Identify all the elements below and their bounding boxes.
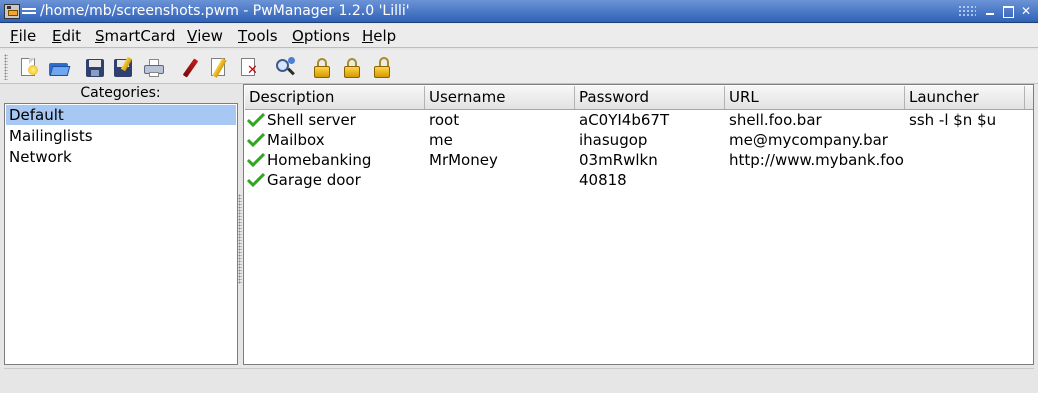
maximize-button[interactable] [1000,3,1016,19]
status-bar [4,368,1034,390]
new-star [28,65,38,75]
unlock-button[interactable] [371,57,393,79]
categories-label: Categories: [80,85,161,101]
table-row[interactable]: Shell server root aC0YI4b67T shell.foo.b… [245,110,1033,130]
cell-description: Homebanking [267,151,372,169]
menu-options[interactable]: Options [292,27,350,45]
doc-fold [29,58,35,64]
cell-launcher [905,130,1030,150]
cell-password: 03mRwlkn [579,151,658,169]
lock-icon [314,66,330,78]
table-header: Description Username Password URL Launch… [245,86,1033,110]
title-bar: /home/mb/screenshots.pwm - PwManager 1.2… [0,0,1038,23]
cell-description: Mailbox [267,131,325,149]
unlock-icon [374,66,390,78]
cell-url: me@mycompany.bar [729,131,888,149]
cell-launcher: ssh -l $n $u [909,111,997,129]
category-item-network[interactable]: Network [6,147,236,167]
toolbar: ✕ [0,50,1038,84]
menu-help[interactable]: Help [362,27,396,45]
category-item-default[interactable]: Default [6,105,236,125]
cell-password: ihasugop [579,131,648,149]
menu-view[interactable]: View [187,27,223,45]
cell-username: MrMoney [429,151,498,169]
add-entry-pen-icon [182,58,199,78]
menu-edit[interactable]: Edit [52,27,81,45]
splitter-grip-icon[interactable] [238,194,242,284]
minimize-button[interactable] [982,3,998,19]
column-header-password[interactable]: Password [575,86,725,109]
cell-username: root [429,111,460,129]
table-row[interactable]: Garage door 40818 [245,170,1033,190]
delete-entry-icon: ✕ [247,63,258,78]
title-bar-grip-icon [958,5,976,17]
column-header-username[interactable]: Username [425,86,575,109]
table-row[interactable]: Homebanking MrMoney 03mRwlkn http://www.… [245,150,1033,170]
pin-icon[interactable] [22,8,36,14]
save-as-button[interactable] [112,56,134,79]
menu-smartcard[interactable]: SmartCard [95,27,175,45]
open-button[interactable] [48,57,71,79]
lock-all-button[interactable] [341,57,363,79]
menu-tools[interactable]: Tools [238,27,278,45]
category-item-mailinglists[interactable]: Mailinglists [6,126,236,146]
find-spark [288,57,295,64]
entries-table[interactable]: Description Username Password URL Launch… [243,84,1034,365]
menu-bar: File Edit SmartCard View Tools Options H… [0,24,1038,48]
cell-password: aC0YI4b67T [579,111,670,129]
column-header-description[interactable]: Description [245,86,425,109]
cell-url: shell.foo.bar [729,111,822,129]
menu-file[interactable]: File [10,27,36,45]
find-button[interactable] [274,57,296,79]
cell-launcher [905,170,1030,190]
categories-list[interactable]: Default Mailinglists Network [4,103,238,365]
toolbar-grip-icon[interactable] [4,54,8,80]
cell-url: http://www.mybank.foo [729,151,904,169]
lock-button[interactable] [311,57,333,79]
cell-username: me [429,131,453,149]
cell-launcher [905,150,1030,170]
app-icon[interactable] [4,4,20,19]
cell-url [725,170,905,190]
close-button[interactable] [1018,3,1034,19]
disk-label [89,60,101,67]
disk-slot [91,70,99,76]
table-row[interactable]: Mailbox me ihasugop me@mycompany.bar [245,130,1033,150]
add-entry-button[interactable] [180,57,202,79]
print-button[interactable] [143,57,165,79]
cell-username [425,170,575,190]
folder-front [49,66,71,76]
lock-all-icon [344,66,360,78]
cell-description: Shell server [267,111,356,129]
save-button[interactable] [84,57,106,79]
cell-description: Garage door [267,171,361,189]
lens-handle [287,67,295,76]
edit-entry-button[interactable] [208,57,230,79]
delete-entry-button[interactable]: ✕ [238,57,260,79]
column-header-url[interactable]: URL [725,86,905,109]
window-title: /home/mb/screenshots.pwm - PwManager 1.2… [40,3,410,19]
cell-password: 40818 [579,171,627,189]
printer-out [149,72,159,77]
new-button[interactable] [18,57,40,79]
column-header-launcher[interactable]: Launcher [905,86,1025,109]
